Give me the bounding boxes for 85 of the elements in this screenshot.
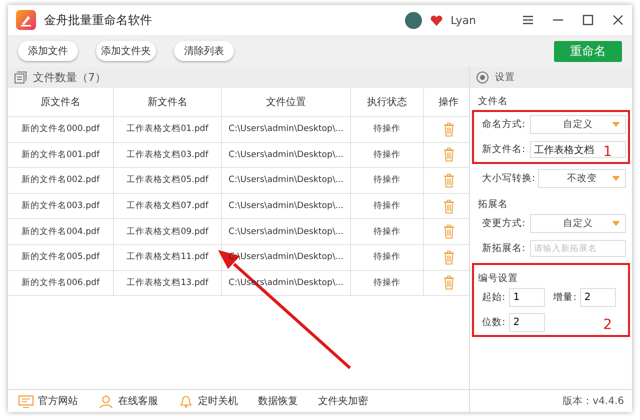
- field-label: 增量:: [553, 291, 576, 304]
- person-icon[interactable]: [98, 394, 114, 408]
- number-field[interactable]: 2: [580, 288, 616, 307]
- table-cell: 新的文件名001.pdf: [21, 148, 100, 161]
- caret-icon: [612, 221, 620, 226]
- window-title: 金舟批量重命名软件: [44, 12, 153, 28]
- section-heading: 文件名: [477, 95, 509, 108]
- table-cell: C:\Users\admin\Desktop\...: [228, 150, 344, 160]
- field-label: 命名方式:: [482, 118, 526, 131]
- version-label: 版本：v4.4.6: [562, 394, 624, 408]
- field-label: 大小写转换:: [482, 172, 534, 185]
- annotation-number: 2: [603, 317, 612, 333]
- table-cell: 待操作: [374, 123, 400, 136]
- section-heading: 拓展名: [477, 198, 509, 211]
- settings-title: 设置: [495, 71, 515, 84]
- field-label: 新拓展名:: [482, 242, 526, 255]
- trash-icon[interactable]: [442, 122, 454, 137]
- field-label: 起始:: [482, 291, 506, 304]
- trash-icon[interactable]: [442, 275, 454, 290]
- monitor-icon[interactable]: [18, 394, 34, 408]
- table-cell: 新的文件名003.pdf: [21, 200, 100, 212]
- table-cell: 工作表格文档13.pdf: [126, 276, 208, 289]
- user-avatar[interactable]: [404, 12, 422, 28]
- caret-icon: [612, 122, 620, 127]
- table-cell: 待操作: [374, 148, 400, 161]
- table-cell: C:\Users\admin\Desktop\...: [228, 201, 344, 212]
- footer-link[interactable]: 数据恢复: [258, 394, 298, 408]
- table-cell: 待操作: [374, 174, 400, 186]
- table-cell: 工作表格文档07.pdf: [126, 200, 208, 212]
- section-heading: 编号设置: [477, 272, 519, 285]
- table-cell: C:\Users\admin\Desktop\...: [228, 175, 344, 186]
- table-cell: 新的文件名004.pdf: [21, 226, 100, 238]
- files-icon: [14, 71, 27, 84]
- footer-link[interactable]: 定时关机: [198, 394, 238, 408]
- footer-link[interactable]: 在线客服: [118, 394, 158, 408]
- annotation-number: 1: [603, 144, 612, 160]
- dropdown[interactable]: 不改变: [538, 169, 626, 188]
- toolbar-button[interactable]: 添加文件: [18, 41, 78, 61]
- bell-icon[interactable]: [178, 394, 194, 408]
- table-cell: 待操作: [374, 251, 400, 264]
- trash-icon[interactable]: [442, 172, 454, 188]
- user-name: Lyan: [450, 14, 476, 26]
- field-label: 新文件名:: [482, 143, 526, 156]
- toolbar-button[interactable]: 清除列表: [174, 41, 234, 61]
- column-header: 文件位置: [266, 96, 306, 109]
- table-cell: C:\Users\admin\Desktop\...: [228, 124, 344, 134]
- app-logo-icon: [16, 10, 36, 30]
- dropdown[interactable]: 自定义: [530, 214, 626, 233]
- column-header: 新文件名: [148, 96, 188, 109]
- field-label: 位数:: [482, 316, 506, 329]
- table-cell: 新的文件名006.pdf: [21, 276, 100, 289]
- radio-icon: [476, 71, 489, 84]
- input-field[interactable]: 请输入新拓展名: [530, 240, 626, 257]
- column-header: 操作: [438, 96, 458, 109]
- trash-icon[interactable]: [442, 250, 454, 265]
- caret-icon: [612, 176, 620, 181]
- file-count: 文件数量（7）: [33, 70, 106, 85]
- table-cell: 待操作: [374, 276, 400, 289]
- table-cell: 工作表格文档11.pdf: [126, 251, 208, 264]
- table-cell: 工作表格文档03.pdf: [126, 148, 208, 161]
- footer-link[interactable]: 官方网站: [38, 394, 78, 408]
- column-header: 执行状态: [367, 96, 407, 109]
- table-cell: 新的文件名002.pdf: [21, 174, 100, 186]
- maximize-icon[interactable]: [582, 14, 594, 26]
- close-icon[interactable]: [612, 14, 624, 26]
- table-cell: 待操作: [374, 226, 400, 238]
- table-cell: 待操作: [374, 200, 400, 212]
- trash-icon[interactable]: [442, 198, 454, 214]
- table-cell: 新的文件名005.pdf: [21, 251, 100, 264]
- trash-icon[interactable]: [442, 224, 454, 240]
- number-field[interactable]: 1: [509, 288, 546, 307]
- field-label: 变更方式:: [482, 217, 526, 230]
- toolbar-button[interactable]: 添加文件夹: [96, 41, 156, 61]
- table-cell: 工作表格文档05.pdf: [126, 174, 208, 186]
- dropdown[interactable]: 自定义: [530, 115, 626, 134]
- trash-icon[interactable]: [442, 147, 454, 162]
- number-field[interactable]: 2: [509, 313, 546, 332]
- footer-link[interactable]: 文件夹加密: [318, 394, 368, 408]
- table-cell: 工作表格文档01.pdf: [126, 123, 208, 136]
- menu-icon[interactable]: [522, 14, 534, 26]
- heart-icon: [430, 14, 443, 26]
- column-header: 原文件名: [40, 96, 80, 109]
- table-cell: 工作表格文档09.pdf: [126, 226, 208, 238]
- table-cell: C:\Users\admin\Desktop\...: [228, 226, 344, 237]
- table-cell: 新的文件名000.pdf: [21, 123, 100, 136]
